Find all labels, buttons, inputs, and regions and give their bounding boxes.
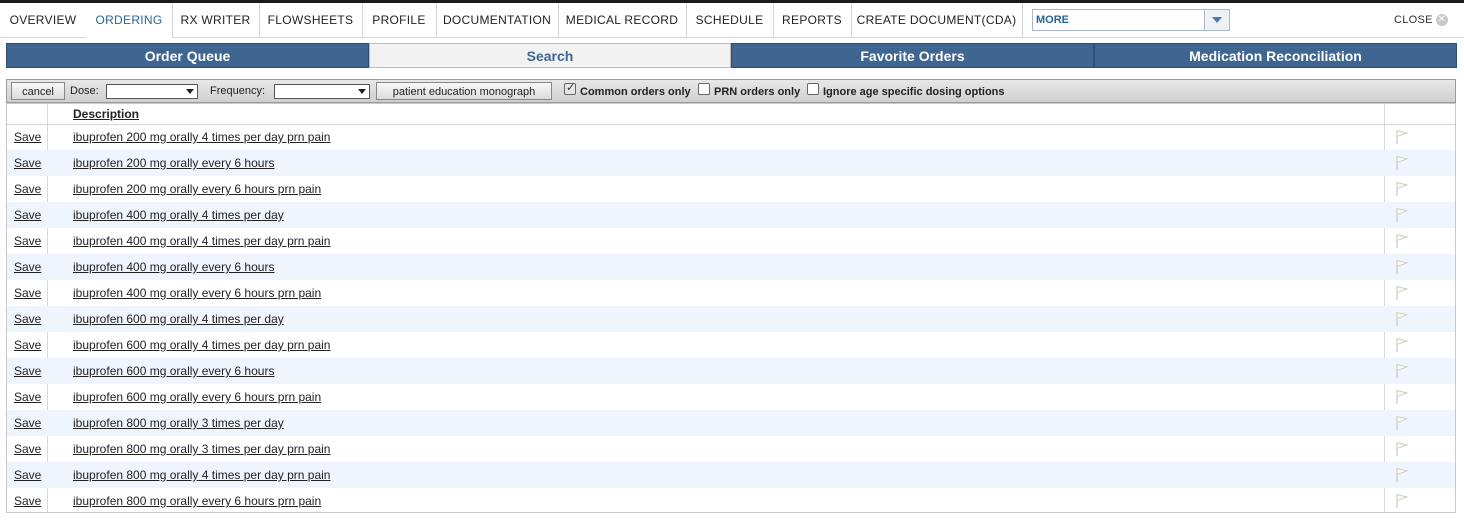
tab-profile[interactable]: PROFILE	[362, 3, 437, 38]
save-link[interactable]: Save	[14, 436, 41, 462]
flag-icon[interactable]	[1395, 207, 1409, 223]
ignore-age-checkbox[interactable]	[807, 83, 819, 95]
ignore-age-label: Ignore age specific dosing options	[823, 86, 1005, 98]
order-description-link[interactable]: ibuprofen 400 mg orally every 6 hours pr…	[73, 280, 321, 306]
order-description-link[interactable]: ibuprofen 400 mg orally 4 times per day	[73, 202, 284, 228]
chevron-down-icon[interactable]	[1204, 10, 1229, 30]
subtab-search[interactable]: Search	[369, 43, 731, 68]
subtab-medication-reconciliation[interactable]: Medication Reconciliation	[1094, 43, 1457, 68]
more-dropdown-value: MORE	[1036, 14, 1069, 26]
table-row: Save ibuprofen 600 mg orally every 6 hour…	[7, 384, 1455, 410]
flag-icon[interactable]	[1395, 311, 1409, 327]
dose-label: Dose:	[70, 85, 99, 97]
save-link[interactable]: Save	[14, 306, 41, 332]
flag-icon[interactable]	[1395, 389, 1409, 405]
cancel-button[interactable]: cancel	[11, 82, 65, 100]
more-dropdown[interactable]: MORE	[1032, 9, 1230, 31]
flag-icon[interactable]	[1395, 181, 1409, 197]
common-orders-label: Common orders only	[580, 86, 691, 98]
save-link[interactable]: Save	[14, 488, 41, 514]
subtab-order-queue[interactable]: Order Queue	[6, 43, 369, 68]
table-row: Save ibuprofen 400 mg orally 4 times per …	[7, 228, 1455, 254]
save-link[interactable]: Save	[14, 384, 41, 410]
tab-flowsheets[interactable]: FLOWSHEETS	[259, 3, 363, 38]
save-link[interactable]: Save	[14, 176, 41, 202]
table-row: Save ibuprofen 800 mg orally 3 times per …	[7, 410, 1455, 436]
save-link[interactable]: Save	[14, 358, 41, 384]
table-row: Save ibuprofen 600 mg orally 4 times per …	[7, 332, 1455, 358]
save-link[interactable]: Save	[14, 150, 41, 176]
save-link[interactable]: Save	[14, 228, 41, 254]
order-description-link[interactable]: ibuprofen 600 mg orally 4 times per day	[73, 306, 284, 332]
table-row: Save ibuprofen 200 mg orally every 6 hour…	[7, 150, 1455, 176]
save-link[interactable]: Save	[14, 462, 41, 488]
flag-icon[interactable]	[1395, 259, 1409, 275]
order-description-link[interactable]: ibuprofen 400 mg orally 4 times per day …	[73, 228, 330, 254]
save-link[interactable]: Save	[14, 332, 41, 358]
table-header: Description	[7, 104, 1455, 125]
flag-icon[interactable]	[1395, 493, 1409, 509]
close-icon[interactable]: ✕	[1435, 14, 1448, 27]
save-link[interactable]: Save	[14, 410, 41, 436]
table-row: Save ibuprofen 800 mg orally 4 times per …	[7, 462, 1455, 488]
order-description-link[interactable]: ibuprofen 200 mg orally every 6 hours	[73, 150, 274, 176]
close-label: CLOSE	[1394, 14, 1433, 26]
table-row: Save ibuprofen 800 mg orally 3 times per …	[7, 436, 1455, 462]
tab-rx-writer[interactable]: RX WRITER	[172, 3, 260, 38]
common-orders-checkbox[interactable]	[564, 81, 576, 95]
subtab-favorite-orders[interactable]: Favorite Orders	[731, 43, 1094, 68]
frequency-label: Frequency:	[210, 85, 266, 97]
table-row: Save ibuprofen 400 mg orally 4 times per …	[7, 202, 1455, 228]
flag-icon[interactable]	[1395, 129, 1409, 145]
flag-icon[interactable]	[1395, 441, 1409, 457]
order-description-link[interactable]: ibuprofen 800 mg orally every 6 hours pr…	[73, 488, 321, 514]
top-navigation: OVERVIEW ORDERING RX WRITER FLOWSHEETS P…	[0, 0, 1464, 38]
prn-orders-checkbox[interactable]	[698, 83, 710, 95]
tab-medical-record[interactable]: MEDICAL RECORD	[558, 3, 687, 38]
frequency-select[interactable]	[274, 84, 370, 99]
flag-icon[interactable]	[1395, 363, 1409, 379]
save-link[interactable]: Save	[14, 124, 41, 150]
tab-ordering[interactable]: ORDERING	[86, 3, 173, 38]
order-description-link[interactable]: ibuprofen 200 mg orally every 6 hours pr…	[73, 176, 321, 202]
table-row: Save ibuprofen 600 mg orally every 6 hour…	[7, 358, 1455, 384]
description-column-header[interactable]: Description	[73, 104, 139, 124]
save-link[interactable]: Save	[14, 202, 41, 228]
prn-orders-label: PRN orders only	[714, 86, 801, 98]
table-row: Save ibuprofen 800 mg orally every 6 hour…	[7, 488, 1455, 514]
order-description-link[interactable]: ibuprofen 600 mg orally every 6 hours	[73, 358, 274, 384]
tab-reports[interactable]: REPORTS	[773, 3, 852, 38]
flag-icon[interactable]	[1395, 467, 1409, 483]
table-row: Save ibuprofen 600 mg orally 4 times per …	[7, 306, 1455, 332]
flag-icon[interactable]	[1395, 415, 1409, 431]
order-description-link[interactable]: ibuprofen 200 mg orally 4 times per day …	[73, 124, 330, 150]
search-toolbar: cancel Dose: Frequency: patient educatio…	[6, 79, 1456, 103]
tab-documentation[interactable]: DOCUMENTATION	[436, 3, 559, 38]
tab-create-document[interactable]: CREATE DOCUMENT(CDA)	[851, 3, 1023, 38]
order-description-link[interactable]: ibuprofen 800 mg orally 3 times per day	[73, 410, 284, 436]
flag-icon[interactable]	[1395, 155, 1409, 171]
flag-icon[interactable]	[1395, 233, 1409, 249]
patient-education-monograph-button[interactable]: patient education monograph	[376, 82, 552, 100]
ordering-subtabs: Order Queue Search Favorite Orders Medic…	[6, 43, 1458, 69]
table-row: Save ibuprofen 400 mg orally every 6 hour…	[7, 280, 1455, 306]
order-description-link[interactable]: ibuprofen 600 mg orally 4 times per day …	[73, 332, 330, 358]
order-description-link[interactable]: ibuprofen 800 mg orally 3 times per day …	[73, 436, 330, 462]
tab-schedule[interactable]: SCHEDULE	[686, 3, 774, 38]
close-button[interactable]: CLOSE ✕	[1394, 3, 1448, 38]
table-row: Save ibuprofen 400 mg orally every 6 hour…	[7, 254, 1455, 280]
order-description-link[interactable]: ibuprofen 400 mg orally every 6 hours	[73, 254, 274, 280]
flag-icon[interactable]	[1395, 337, 1409, 353]
search-results-table: Description Save ibuprofen 200 mg orally …	[6, 103, 1456, 513]
order-description-link[interactable]: ibuprofen 800 mg orally 4 times per day …	[73, 462, 330, 488]
order-description-link[interactable]: ibuprofen 600 mg orally every 6 hours pr…	[73, 384, 321, 410]
tab-overview[interactable]: OVERVIEW	[0, 3, 87, 38]
flag-icon[interactable]	[1395, 285, 1409, 301]
table-row: Save ibuprofen 200 mg orally 4 times per …	[7, 124, 1455, 150]
save-link[interactable]: Save	[14, 254, 41, 280]
save-link[interactable]: Save	[14, 280, 41, 306]
dose-select[interactable]	[106, 84, 198, 99]
table-row: Save ibuprofen 200 mg orally every 6 hour…	[7, 176, 1455, 202]
